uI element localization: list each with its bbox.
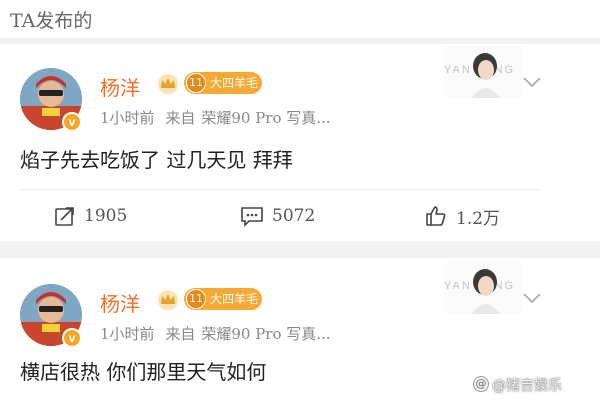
verified-badge: v xyxy=(62,328,82,348)
chevron-down-icon[interactable] xyxy=(522,292,542,304)
post-time: 1小时前 xyxy=(100,109,155,127)
signature-photo: YAN YANG xyxy=(444,46,522,98)
source-prefix: 来自 xyxy=(165,325,196,343)
post-text[interactable]: 焰子先去吃饭了 过几天见 拜拜 xyxy=(20,144,293,173)
level-number: 11 xyxy=(186,289,206,309)
comment-count: 5072 xyxy=(272,206,316,226)
crown-icon xyxy=(158,290,178,310)
level-number: 11 xyxy=(186,73,206,93)
author-name[interactable]: 杨洋 xyxy=(100,288,140,317)
post-card[interactable]: v 杨洋 11 大四羊毛 YAN YANG 1小时前 来自荣耀90 Pro 写真… xyxy=(0,44,558,241)
post-source[interactable]: 荣耀90 Pro 写真... xyxy=(201,109,330,127)
post-divider xyxy=(20,189,540,190)
post-meta: 1小时前 来自 荣耀90 Pro 写真... xyxy=(100,107,337,128)
watermark-icon: @ xyxy=(473,376,489,392)
level-badge: 11 大四羊毛 xyxy=(184,288,262,310)
like-icon xyxy=(426,206,446,226)
section-title: TA发布的 xyxy=(10,10,93,32)
crown-icon xyxy=(158,74,178,94)
level-label: 大四羊毛 xyxy=(210,76,259,90)
chevron-down-icon[interactable] xyxy=(522,76,542,88)
comment-button[interactable]: 5072 xyxy=(240,202,315,230)
post-source[interactable]: 荣耀90 Pro 写真... xyxy=(201,325,330,343)
image-watermark: @猪吉娱乐 xyxy=(492,378,562,394)
verified-badge: v xyxy=(62,112,82,132)
like-count: 1.2万 xyxy=(456,208,501,229)
level-label: 大四羊毛 xyxy=(210,292,259,306)
forward-count: 1905 xyxy=(84,206,128,226)
post-time: 1小时前 xyxy=(100,325,155,343)
post-meta: 1小时前 来自 荣耀90 Pro 写真... xyxy=(100,323,337,344)
signature-photo: YAN YANG xyxy=(444,262,522,314)
source-prefix: 来自 xyxy=(165,109,196,127)
comment-icon xyxy=(241,207,263,227)
post-text[interactable]: 横店很热 你们那里天气如何 xyxy=(20,356,266,385)
forward-button[interactable]: 1905 xyxy=(54,202,127,230)
level-badge: 11 大四羊毛 xyxy=(184,72,262,94)
author-name[interactable]: 杨洋 xyxy=(100,72,140,101)
like-button[interactable]: 1.2万 xyxy=(424,202,500,230)
post-separator xyxy=(0,241,600,258)
forward-icon xyxy=(55,207,74,226)
